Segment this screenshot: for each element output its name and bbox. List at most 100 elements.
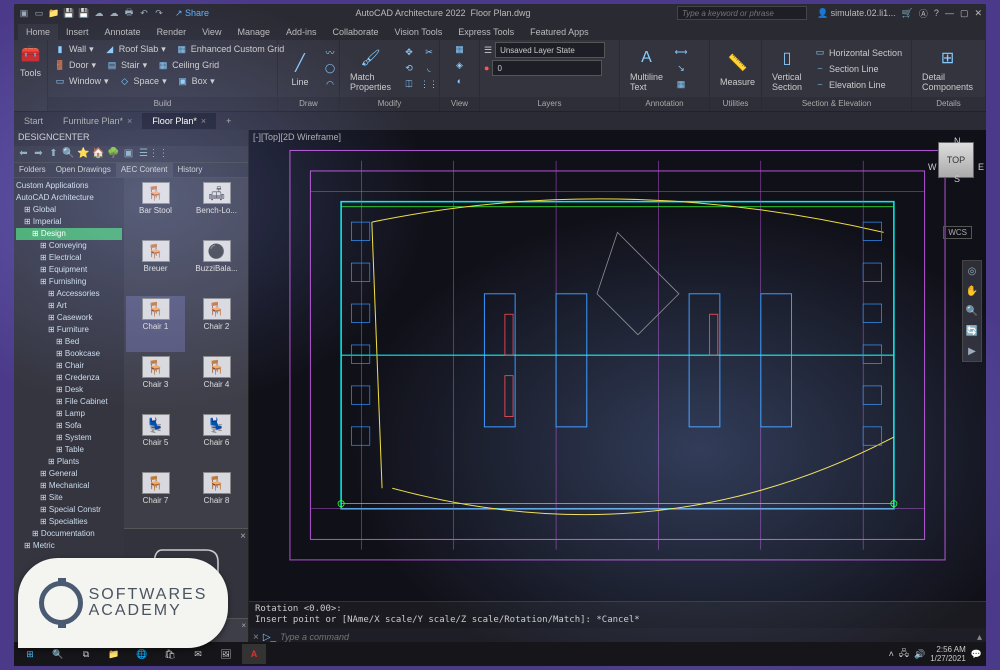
stair-button[interactable]: ▤Stair ▾ [104, 58, 149, 72]
tree-node[interactable]: ⊞ Special Constr [16, 504, 122, 516]
plot-icon[interactable]: 🖶 [123, 7, 135, 19]
mirror-button[interactable]: ⎅ [401, 78, 417, 92]
fillet-button[interactable]: ◟ [421, 62, 437, 76]
tab-furniture-plan[interactable]: Furniture Plan*× [53, 113, 142, 129]
tab-start[interactable]: Start [14, 113, 53, 129]
redo-icon[interactable]: ↷ [153, 7, 165, 19]
tray-chevron-icon[interactable]: ˄ [889, 649, 894, 659]
drawing-viewport[interactable]: [-][Top][2D Wireframe] N W [249, 130, 986, 646]
autodesk-app-icon[interactable]: Ⓐ [919, 7, 928, 20]
viewcube-face[interactable]: TOP [938, 142, 974, 178]
tree-node[interactable]: ⊞ Electrical [16, 252, 122, 264]
ribbon-tab-collaborate[interactable]: Collaborate [325, 24, 387, 40]
tree-node[interactable]: ⊞ File Cabinet [16, 396, 122, 408]
layer-prop-icon[interactable]: ☰ [484, 45, 492, 56]
new-tab-button[interactable]: + [216, 113, 241, 129]
rotate-button[interactable]: ⟲ [401, 62, 417, 76]
detail-components-button[interactable]: ⊞Detail Components [916, 44, 979, 94]
catalog-item[interactable]: 🪑Bar Stool [126, 180, 185, 236]
dc-fwd-icon[interactable]: ➡ [32, 147, 45, 160]
catalog-item[interactable]: 🪑Chair 2 [187, 296, 246, 352]
cmd-menu-icon[interactable]: ▴ [977, 632, 982, 643]
close-tab-icon[interactable]: × [127, 116, 132, 126]
polyline-button[interactable]: 〰 [322, 46, 338, 60]
roofslab-button[interactable]: ◢Roof Slab ▾ [102, 42, 168, 56]
tree-node[interactable]: ⊞ Furnishing [16, 276, 122, 288]
catalog-item[interactable]: 🪑Chair 7 [126, 470, 185, 526]
ribbon-tab-manage[interactable]: Manage [229, 24, 278, 40]
tree-node[interactable]: ⊞ Plants [16, 456, 122, 468]
trim-button[interactable]: ✂ [421, 46, 437, 60]
catalog-item[interactable]: 🪑Breuer [126, 238, 185, 294]
vsection-button[interactable]: ▯Vertical Section [766, 44, 808, 94]
ribbon-tab-home[interactable]: Home [18, 24, 58, 40]
maximize-icon[interactable]: ▢ [960, 8, 969, 19]
space-button[interactable]: ◇Space ▾ [117, 74, 169, 88]
command-input[interactable] [280, 632, 973, 642]
ribbon-tab-featured-apps[interactable]: Featured Apps [522, 24, 597, 40]
user-account[interactable]: 👤 simulate.02.li1... [817, 8, 896, 19]
tree-node[interactable]: ⊞ Metric [16, 540, 122, 552]
undo-icon[interactable]: ↶ [138, 7, 150, 19]
cloud-open-icon[interactable]: ☁ [93, 7, 105, 19]
app-store-icon[interactable]: 🛒 [902, 8, 913, 19]
cmd-close-icon[interactable]: × [253, 632, 259, 643]
palette-tab-folders[interactable]: Folders [14, 163, 51, 177]
close-icon[interactable]: ✕ [974, 8, 982, 19]
panel-utilities-label[interactable]: Utilities [710, 97, 761, 111]
tree-node[interactable]: ⊞ Desk [16, 384, 122, 396]
layer-state-input[interactable] [495, 42, 605, 58]
minimize-icon[interactable]: — [945, 8, 954, 18]
mtext-button[interactable]: AMultiline Text [624, 44, 669, 94]
tab-floor-plan[interactable]: Floor Plan*× [142, 113, 216, 129]
hsection-button[interactable]: ▭Horizontal Section [812, 46, 904, 60]
help-search-input[interactable] [677, 6, 807, 20]
cloud-save-icon[interactable]: ☁ [108, 7, 120, 19]
dc-search-icon[interactable]: 🔍 [62, 147, 75, 160]
panel-modify-label[interactable]: Modify [340, 97, 439, 111]
tree-node[interactable]: ⊞ Accessories [16, 288, 122, 300]
tree-node[interactable]: ⊞ System [16, 432, 122, 444]
catalog-item[interactable]: 🪑Chair 8 [187, 470, 246, 526]
tree-node[interactable]: ⊞ Specialties [16, 516, 122, 528]
tools-button[interactable]: 🧰Tools [14, 40, 47, 80]
tree-node[interactable]: ⊞ Sofa [16, 420, 122, 432]
preview-close-icon[interactable]: × [240, 531, 246, 542]
app-menu-icon[interactable]: ▣ [18, 7, 30, 19]
close-tab-icon[interactable]: × [201, 116, 206, 126]
table-button[interactable]: ▦ [673, 78, 689, 92]
tree-node[interactable]: ⊞ Conveying [16, 240, 122, 252]
ribbon-tab-express-tools[interactable]: Express Tools [450, 24, 522, 40]
elevation-line-button[interactable]: ⎯Elevation Line [812, 78, 904, 92]
palette-tab-aec-content[interactable]: AEC Content [116, 163, 173, 177]
ribbon-tab-vision-tools[interactable]: Vision Tools [387, 24, 451, 40]
saveas-icon[interactable]: 💾 [78, 7, 90, 19]
tree-node[interactable]: ⊞ General [16, 468, 122, 480]
palette-tab-history[interactable]: History [173, 163, 208, 177]
share-button[interactable]: ↗ Share [175, 8, 209, 19]
tree-node[interactable]: ⊞ Imperial [16, 216, 122, 228]
current-layer-input[interactable] [492, 60, 602, 76]
view-style-button[interactable]: ◐ [452, 74, 468, 88]
wall-button[interactable]: ▮Wall ▾ [52, 42, 96, 56]
dc-preview-icon[interactable]: ▣ [122, 147, 135, 160]
view-iso-button[interactable]: ◈ [452, 58, 468, 72]
dc-catalog[interactable]: 🪑Bar Stool🛋Bench-Lo...🪑Breuer⚫BuzziBala.… [124, 178, 248, 528]
help-icon[interactable]: ? [934, 8, 939, 18]
line-button[interactable]: ╱Line [282, 49, 318, 89]
window-button[interactable]: ▭Window ▾ [52, 74, 111, 88]
tree-node[interactable]: ⊞ Documentation [16, 528, 122, 540]
descr-close-icon[interactable]: × [241, 621, 246, 630]
autocad-taskbar-button[interactable]: A [242, 644, 266, 664]
move-button[interactable]: ✥ [401, 46, 417, 60]
tray-network-icon[interactable]: 🖧 [899, 646, 909, 662]
dc-load-icon[interactable]: ⬅ [17, 147, 30, 160]
tree-node[interactable]: ⊞ Mechanical [16, 480, 122, 492]
ribbon-tab-view[interactable]: View [194, 24, 229, 40]
catalog-item[interactable]: ⚫BuzziBala... [187, 238, 246, 294]
ribbon-tab-add-ins[interactable]: Add-ins [278, 24, 325, 40]
taskbar-clock[interactable]: 2:56 AM1/27/2021 [930, 645, 966, 663]
custom-grid-button[interactable]: ▦Enhanced Custom Grid [174, 42, 287, 56]
match-properties-button[interactable]: 🖌Match Properties [344, 44, 397, 94]
orbit-icon[interactable]: 🔄 [963, 321, 981, 341]
